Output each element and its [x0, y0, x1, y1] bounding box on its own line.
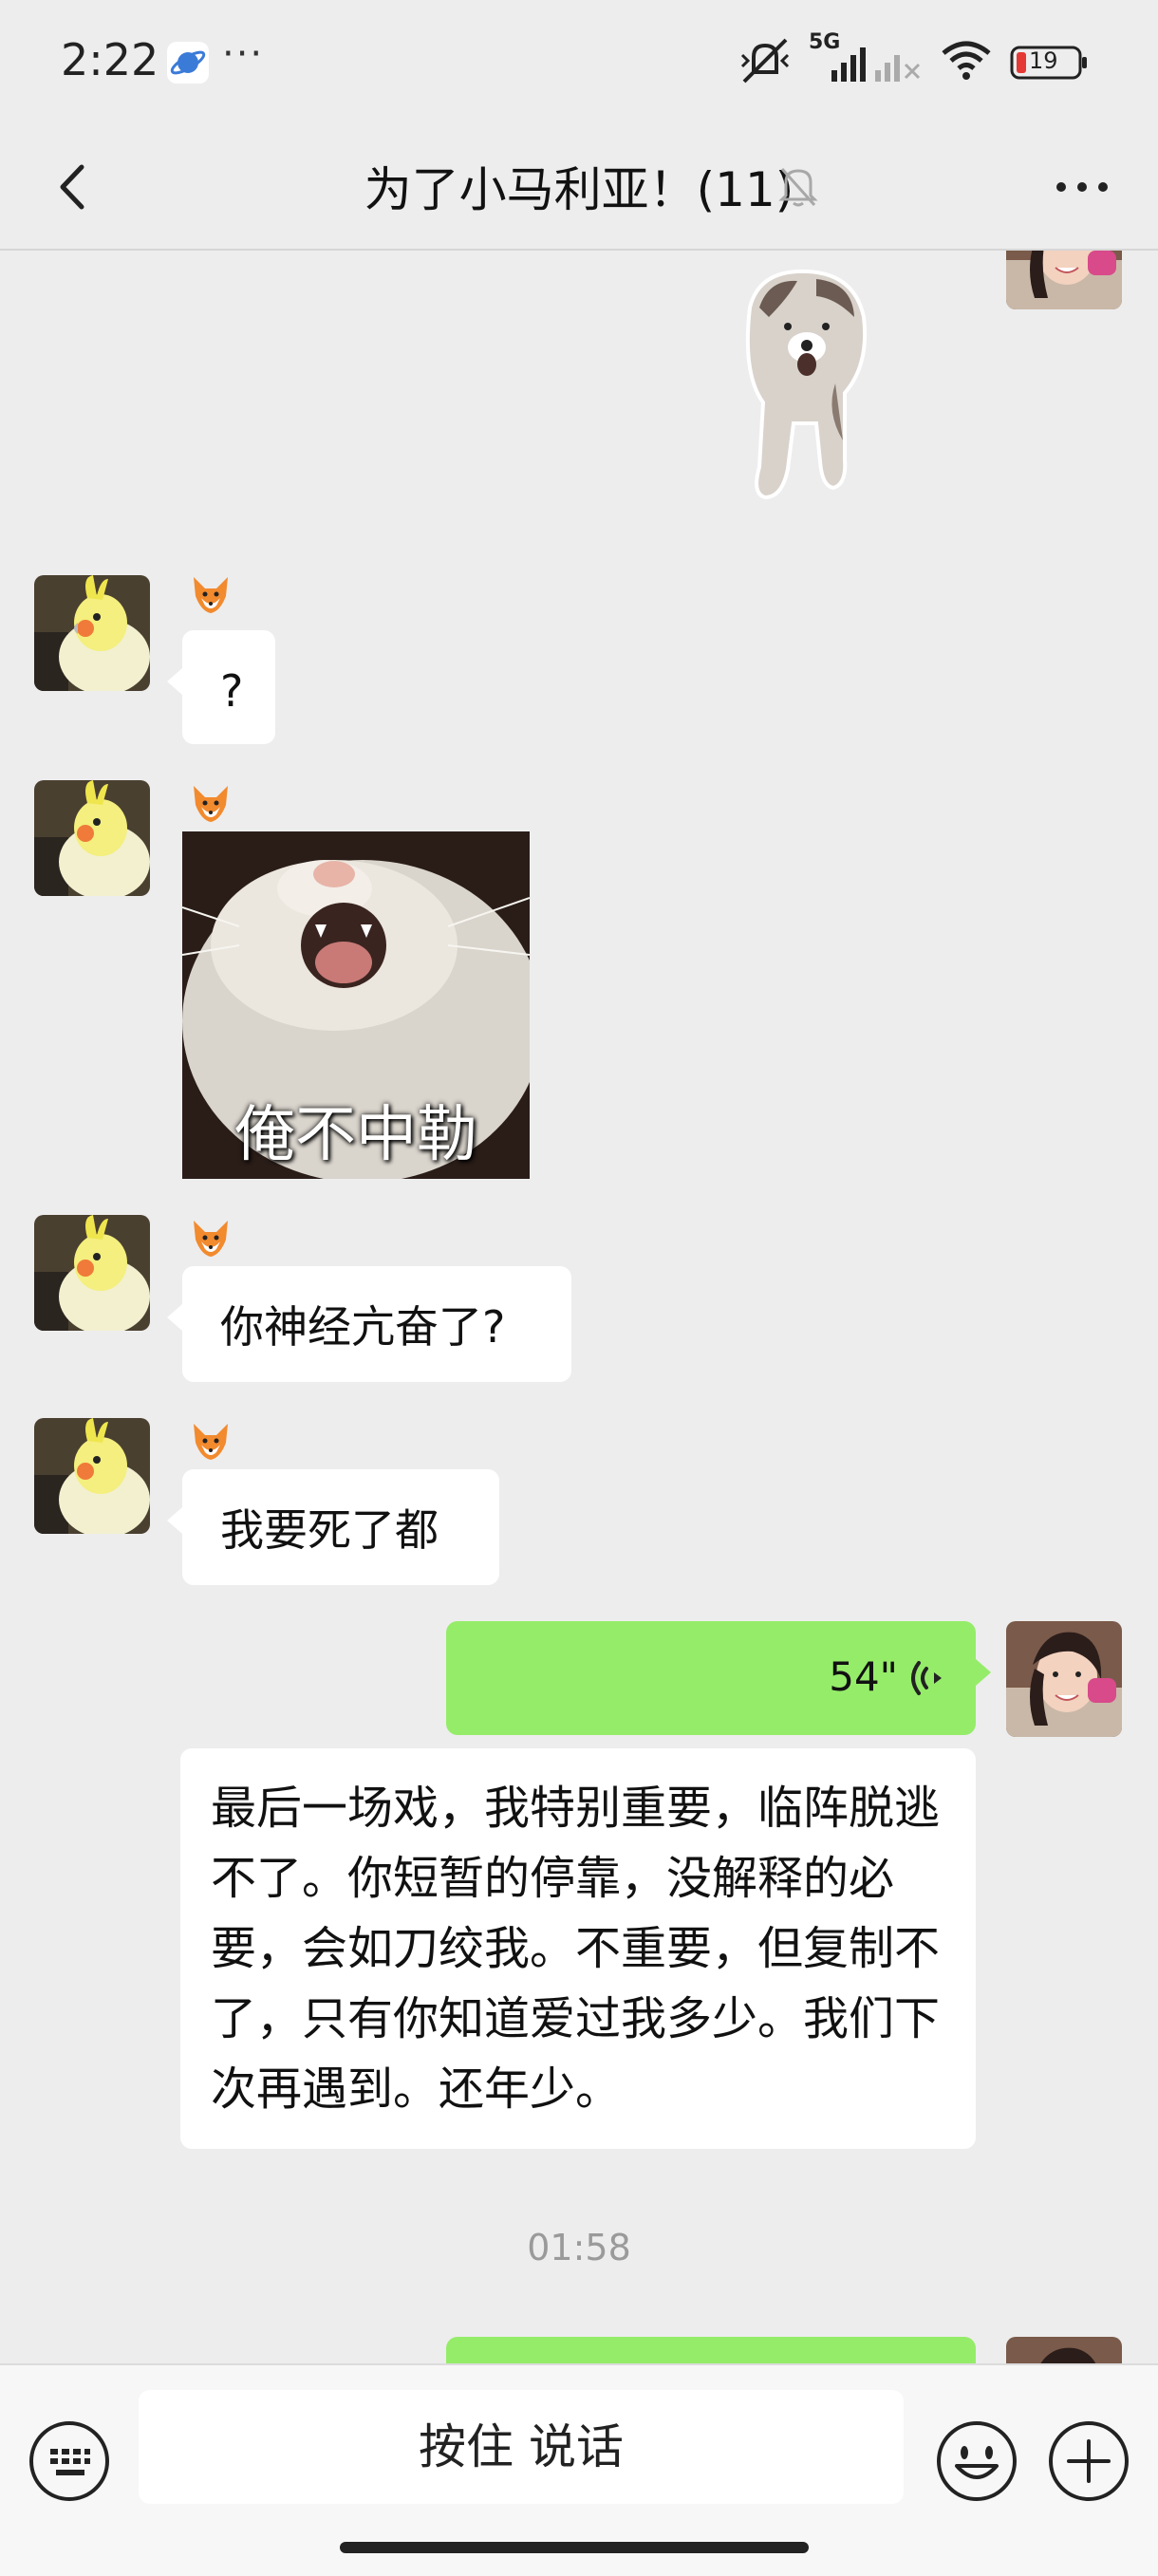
message-bubble-text[interactable]: ?	[167, 630, 275, 744]
friend-avatar[interactable]	[34, 780, 150, 896]
my-avatar[interactable]	[1006, 2337, 1122, 2363]
keyboard-icon	[29, 2421, 109, 2501]
message-text: 你神经亢奋了?	[220, 1301, 506, 1353]
message-timestamp: 01:58	[527, 2227, 631, 2268]
battery-icon: 19	[1010, 44, 1090, 82]
status-bar: 2:22 ··· 5G 19	[0, 0, 1158, 125]
sender-nickname-fox-emoji	[188, 1418, 233, 1464]
status-time: 2:22	[61, 34, 159, 85]
more-icon	[1056, 182, 1108, 192]
message-text: 我要死了都	[220, 1504, 439, 1556]
plus-icon	[1049, 2421, 1129, 2501]
more-functions-button[interactable]	[1046, 2418, 1131, 2504]
sender-nickname-fox-emoji	[188, 1215, 233, 1260]
partial-message-bubble[interactable]	[446, 2337, 976, 2363]
friend-avatar[interactable]	[34, 1418, 150, 1534]
chat-header: 为了小马利亚！(11)	[0, 125, 1158, 251]
emoji-icon	[937, 2421, 1017, 2501]
my-avatar[interactable]	[1006, 251, 1122, 309]
voice-transcript[interactable]: 最后一场戏，我特别重要，临阵脱逃不了。你短暂的停靠，没解释的必要，会如刀绞我。不…	[180, 1748, 976, 2149]
sender-nickname-fox-emoji	[188, 780, 233, 826]
dancing-dog-sticker[interactable]	[702, 260, 892, 507]
transcript-text: 最后一场戏，我特别重要，临阵脱逃不了。你短暂的停靠，没解释的必要，会如刀绞我。不…	[211, 1782, 941, 2116]
my-avatar[interactable]	[1006, 1621, 1122, 1737]
chat-message-list[interactable]: ? 俺不中勒 你神经亢奋了? 我要死了都 54" 最后一场戏，我特别重要，临阵脱…	[0, 251, 1158, 2363]
battery-level: 19	[1029, 47, 1058, 74]
friend-avatar[interactable]	[34, 1215, 150, 1331]
keyboard-toggle-button[interactable]	[27, 2418, 112, 2504]
friend-avatar[interactable]	[34, 575, 150, 691]
chat-title: 为了小马利亚！(11)	[364, 162, 794, 217]
voice-duration: 54"	[829, 1653, 898, 1700]
signal-icon: 5G	[809, 30, 923, 89]
wifi-icon	[940, 40, 993, 85]
status-indicators: 5G 19	[738, 30, 1090, 91]
message-text: ?	[220, 665, 244, 717]
network-type: 5G	[809, 30, 841, 54]
more-button[interactable]	[1044, 152, 1120, 222]
screaming-cat-meme[interactable]: 俺不中勒	[182, 831, 530, 1179]
message-bubble-text[interactable]: 我要死了都	[167, 1469, 499, 1585]
mute-vibrate-icon	[738, 36, 792, 89]
planet-app-icon	[167, 42, 209, 84]
voice-wave-icon	[909, 1657, 951, 1699]
sender-nickname-fox-emoji	[188, 571, 233, 617]
bell-muted-icon	[775, 161, 822, 209]
hold-to-talk-button[interactable]: 按住 说话	[139, 2390, 904, 2504]
input-bar: 按住 说话	[0, 2363, 1158, 2576]
home-indicator[interactable]	[340, 2542, 809, 2553]
message-bubble-text[interactable]: 你神经亢奋了?	[167, 1266, 571, 1382]
meme-caption: 俺不中勒	[234, 1100, 477, 1170]
emoji-button[interactable]	[934, 2418, 1019, 2504]
voice-message-bubble[interactable]: 54"	[446, 1621, 991, 1735]
status-overflow-dots: ···	[222, 32, 265, 76]
